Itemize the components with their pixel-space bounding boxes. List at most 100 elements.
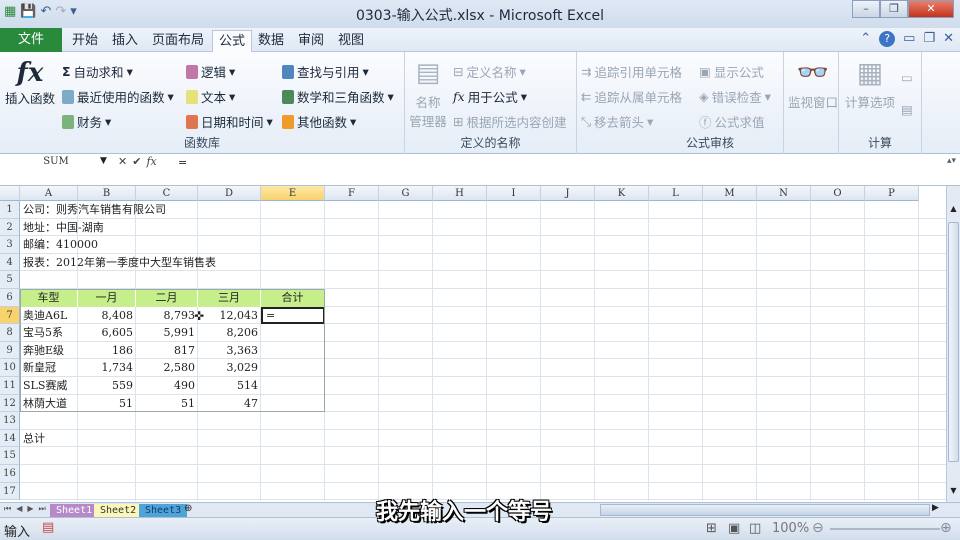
column-header[interactable]: K: [595, 186, 649, 201]
row-header[interactable]: 13: [0, 412, 20, 430]
table-cell[interactable]: 514: [198, 377, 261, 395]
financial-button[interactable]: 财务 ▾: [62, 112, 111, 131]
trace-precedents-button[interactable]: ⇉ 追踪引用单元格: [581, 62, 682, 81]
close-workbook-icon[interactable]: ✕: [943, 31, 954, 47]
table-cell[interactable]: 宝马5系: [20, 324, 78, 342]
sheet-tab-1[interactable]: Sheet1: [50, 504, 99, 517]
table-cell[interactable]: 8,206: [198, 324, 261, 342]
macro-record-icon[interactable]: ▤: [42, 520, 54, 535]
column-header[interactable]: B: [78, 186, 136, 201]
text-button[interactable]: 文本 ▾: [186, 87, 235, 106]
row-header[interactable]: 15: [0, 447, 20, 465]
table-cell[interactable]: 490: [136, 377, 198, 395]
column-header[interactable]: P: [865, 186, 919, 201]
column-header[interactable]: C: [136, 186, 198, 201]
formula-input[interactable]: =: [178, 156, 187, 169]
column-header[interactable]: E: [261, 186, 325, 201]
table-header-cell[interactable]: 合计: [261, 289, 325, 307]
total-label-cell[interactable]: 总计: [20, 430, 48, 448]
minimize-workbook-icon[interactable]: ▭: [903, 31, 915, 47]
lookup-button[interactable]: 查找与引用 ▾: [282, 62, 369, 81]
calculate-now-icon[interactable]: ▭: [901, 70, 913, 85]
column-header[interactable]: D: [198, 186, 261, 201]
row-header[interactable]: 9: [0, 341, 20, 360]
row-header[interactable]: 5: [0, 271, 20, 289]
row-header[interactable]: 10: [0, 359, 20, 377]
table-cell[interactable]: 559: [78, 377, 136, 395]
table-cell[interactable]: 12,043: [198, 307, 261, 325]
sheet-nav-icons[interactable]: ⏮◀▶⏭: [4, 504, 51, 514]
calculate-sheet-icon[interactable]: ▤: [901, 102, 913, 117]
table-cell[interactable]: 51: [136, 395, 198, 413]
close-button[interactable]: ✕: [908, 0, 954, 18]
recent-functions-button[interactable]: 最近使用的函数 ▾: [62, 87, 174, 106]
math-trig-button[interactable]: 数学和三角函数 ▾: [282, 87, 394, 106]
zoom-level[interactable]: 100%: [772, 521, 809, 536]
table-cell[interactable]: 奔驰E级: [20, 342, 78, 360]
column-header[interactable]: O: [811, 186, 865, 201]
autosum-button[interactable]: Σ 自动求和 ▾: [62, 62, 133, 81]
zoom-in-icon[interactable]: ⊕: [940, 520, 952, 536]
row-header[interactable]: 11: [0, 377, 20, 395]
row-header[interactable]: 7: [0, 306, 20, 325]
table-cell[interactable]: 186: [78, 342, 136, 360]
page-layout-view-icon[interactable]: ▣: [728, 521, 740, 536]
row-header[interactable]: 2: [0, 218, 20, 237]
tab-review[interactable]: 审阅: [292, 30, 330, 52]
column-header[interactable]: G: [379, 186, 433, 201]
trace-dependents-button[interactable]: ⇇ 追踪从属单元格: [581, 87, 682, 106]
tab-page-layout[interactable]: 页面布局: [146, 30, 210, 52]
info-cell[interactable]: 报表：2012年第一季度中大型车销售表: [20, 254, 219, 272]
zoom-slider[interactable]: [830, 528, 940, 530]
row-header[interactable]: 1: [0, 201, 20, 219]
insert-function-button[interactable]: fx 插入函数: [2, 58, 58, 107]
table-cell[interactable]: =: [261, 306, 325, 325]
table-cell[interactable]: 6,605: [78, 324, 136, 342]
name-manager-button[interactable]: ▤ 名称 管理器: [409, 58, 447, 130]
info-cell[interactable]: 邮编：410000: [20, 236, 101, 254]
remove-arrows-button[interactable]: ⤡ 移去箭头 ▾: [581, 112, 653, 131]
table-cell[interactable]: 新皇冠: [20, 359, 78, 377]
info-cell[interactable]: 公司：则秀汽车销售有限公司: [20, 201, 169, 219]
table-header-cell[interactable]: 二月: [136, 289, 198, 307]
error-checking-button[interactable]: ◈ 错误检查 ▾: [699, 87, 771, 106]
watch-window-button[interactable]: 👓 监视窗口: [783, 58, 843, 111]
page-break-view-icon[interactable]: ◫: [749, 521, 761, 536]
row-header[interactable]: 14: [0, 429, 20, 448]
row-header[interactable]: 6: [0, 289, 20, 307]
table-cell[interactable]: 817: [136, 342, 198, 360]
tab-formulas[interactable]: 公式: [212, 30, 253, 52]
expand-formula-bar-icon[interactable]: ▴▾: [947, 156, 956, 166]
scroll-thumb[interactable]: [948, 222, 959, 462]
new-sheet-icon[interactable]: ⊕: [184, 503, 192, 514]
horizontal-scrollbar[interactable]: [600, 504, 930, 516]
more-functions-button[interactable]: 其他函数 ▾: [282, 112, 356, 131]
table-cell[interactable]: 2,580: [136, 359, 198, 377]
table-header-cell[interactable]: 一月: [78, 289, 136, 307]
spreadsheet-grid[interactable]: A B C D E F G H I J K L M N O P 1 2 3 4 5 6 7 8 9 10 11 12 13 14 15 16 1…: [0, 186, 946, 502]
insert-function-icon[interactable]: fx: [146, 155, 156, 168]
column-header[interactable]: H: [433, 186, 487, 201]
name-box-dropdown-icon[interactable]: ▼: [100, 156, 107, 166]
restore-button[interactable]: ❐: [880, 0, 908, 18]
table-cell[interactable]: 8,793: [136, 307, 198, 325]
table-cell[interactable]: 5,991: [136, 324, 198, 342]
table-cell[interactable]: 奥迪A6L: [20, 307, 78, 325]
collapse-ribbon-icon[interactable]: ⌃: [860, 31, 871, 47]
tab-insert[interactable]: 插入: [106, 30, 144, 52]
tab-data[interactable]: 数据: [252, 30, 290, 52]
column-header[interactable]: L: [649, 186, 703, 201]
normal-view-icon[interactable]: ⊞: [706, 521, 717, 536]
row-header[interactable]: 3: [0, 236, 20, 254]
minimize-button[interactable]: –: [852, 0, 880, 18]
table-cell[interactable]: 1,734: [78, 359, 136, 377]
table-header-cell[interactable]: 三月: [198, 289, 261, 307]
evaluate-formula-button[interactable]: ⓕ 公式求值: [699, 112, 765, 131]
sheet-tab-3[interactable]: Sheet3: [139, 504, 188, 517]
row-header[interactable]: 17: [0, 482, 20, 501]
name-box[interactable]: SUM: [2, 156, 110, 170]
table-cell[interactable]: 8,408: [78, 307, 136, 325]
row-header[interactable]: 16: [0, 465, 20, 483]
column-header[interactable]: N: [757, 186, 811, 201]
table-cell[interactable]: 51: [78, 395, 136, 413]
